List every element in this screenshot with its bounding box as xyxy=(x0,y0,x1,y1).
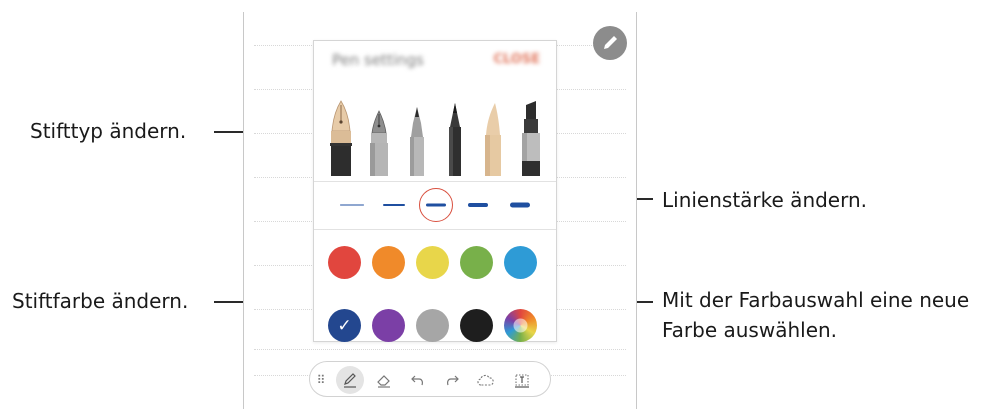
thickness-line xyxy=(383,204,405,206)
marker-icon xyxy=(522,101,540,176)
callout-pen-color: Stiftfarbe ändern. xyxy=(12,289,189,313)
pen-type-pencil[interactable] xyxy=(440,97,470,181)
pen-type-brush[interactable] xyxy=(478,97,508,181)
color-swatch-orange[interactable] xyxy=(372,246,405,279)
callout-color-picker-line2: Farbe auswählen. xyxy=(662,318,838,342)
callout-line-thickness: Linienstärke ändern. xyxy=(662,188,868,212)
thickness-line xyxy=(468,203,488,207)
color-swatch-blue[interactable] xyxy=(504,246,537,279)
thickness-option-3[interactable] xyxy=(416,181,456,229)
fountain-pen-icon xyxy=(330,100,352,176)
color-swatch-black[interactable] xyxy=(460,309,493,342)
notes-screen: Pen settings CLOSE ✓ ⠿ xyxy=(243,12,637,409)
selection-button[interactable] xyxy=(472,366,500,394)
callout-color-picker-line1: Mit der Farbauswahl eine neue xyxy=(662,288,970,312)
thickness-line xyxy=(426,203,446,207)
pen-type-pen[interactable] xyxy=(402,97,432,181)
color-swatch-purple[interactable] xyxy=(372,309,405,342)
selection-icon xyxy=(477,374,494,386)
thickness-option-5[interactable] xyxy=(500,181,540,229)
thickness-option-2[interactable] xyxy=(374,181,414,229)
pen-type-fountain[interactable] xyxy=(326,97,356,181)
text-button[interactable] xyxy=(508,366,536,394)
thickness-line xyxy=(510,202,530,208)
thickness-option-1[interactable] xyxy=(332,181,372,229)
text-icon xyxy=(515,374,529,388)
callout-pen-type: Stifttyp ändern. xyxy=(30,119,187,143)
color-wheel-icon xyxy=(513,318,528,333)
color-wheel-button[interactable] xyxy=(504,309,537,342)
drawing-toolbar: ⠿ xyxy=(309,361,551,397)
pen-type-row xyxy=(324,97,546,181)
color-grid: ✓ xyxy=(328,246,542,342)
pencil-icon xyxy=(604,36,617,49)
undo-button[interactable] xyxy=(404,366,432,394)
pen-fab-button[interactable] xyxy=(593,26,627,60)
calligraphy-pen-icon xyxy=(370,110,388,176)
pencil-icon xyxy=(449,103,461,176)
pen-type-marker[interactable] xyxy=(516,97,546,181)
thickness-line xyxy=(340,204,364,206)
redo-button[interactable] xyxy=(438,366,466,394)
redo-icon xyxy=(447,375,459,386)
color-swatch-gray[interactable] xyxy=(416,309,449,342)
color-swatch-navy[interactable]: ✓ xyxy=(328,309,361,342)
pen-settings-panel: Pen settings CLOSE ✓ xyxy=(313,40,557,342)
eraser-icon xyxy=(377,375,390,388)
pen-icon xyxy=(344,373,356,388)
eraser-button[interactable] xyxy=(370,366,398,394)
drag-handle-icon[interactable]: ⠿ xyxy=(314,366,328,394)
color-swatch-yellow[interactable] xyxy=(416,246,449,279)
color-swatch-red[interactable] xyxy=(328,246,361,279)
pen-tool-button[interactable] xyxy=(336,366,364,394)
panel-title: Pen settings xyxy=(332,51,424,69)
thickness-row xyxy=(332,181,540,229)
pen-type-calligraphy[interactable] xyxy=(364,97,394,181)
brush-icon xyxy=(485,103,501,176)
undo-icon xyxy=(411,375,423,386)
thickness-option-4[interactable] xyxy=(458,181,498,229)
pen-icon xyxy=(410,107,424,176)
checkmark-icon: ✓ xyxy=(337,315,352,336)
note-line xyxy=(254,349,626,350)
color-swatch-green[interactable] xyxy=(460,246,493,279)
divider xyxy=(314,229,556,230)
close-button[interactable]: CLOSE xyxy=(493,52,540,67)
